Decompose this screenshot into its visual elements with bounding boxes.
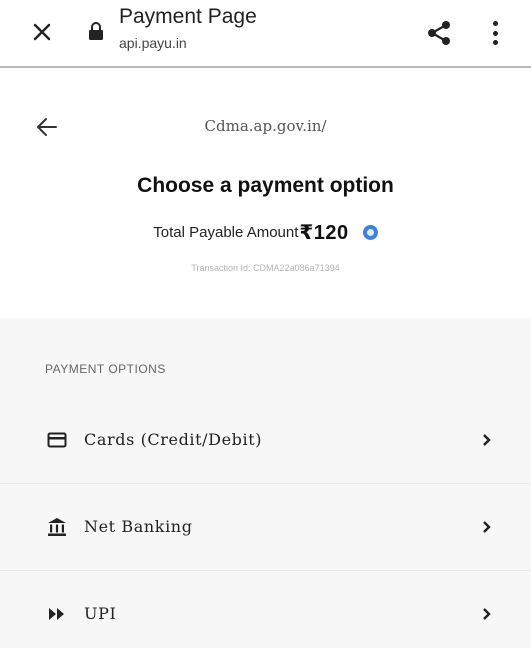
merchant-name: Cdma.ap.gov.in/: [204, 117, 327, 135]
payment-header-card: Cdma.ap.gov.in/ Choose a payment option …: [0, 70, 531, 318]
share-icon[interactable]: [424, 18, 454, 48]
transaction-id: Transaction Id: CDMA22a086a71394: [191, 263, 340, 273]
page-url[interactable]: api.payu.in: [119, 35, 187, 51]
amount-value: ₹120: [299, 222, 349, 244]
close-icon[interactable]: [26, 16, 58, 48]
amount-label: Total Payable Amount: [153, 224, 299, 241]
upi-icon: [47, 604, 67, 624]
card-icon: [47, 430, 67, 450]
payment-option-upi[interactable]: UPI: [0, 571, 531, 648]
chevron-right-icon: [481, 432, 493, 448]
payment-option-label: Cards (Credit/Debit): [84, 430, 263, 449]
payment-option-label: Net Banking: [84, 517, 193, 536]
chevron-right-icon: [481, 519, 493, 535]
lock-icon: [88, 21, 104, 41]
payment-option-netbanking[interactable]: Net Banking: [0, 484, 531, 570]
amount-row: Total Payable Amount ₹120: [0, 220, 531, 245]
page-heading: Choose a payment option: [137, 174, 394, 197]
more-vert-icon[interactable]: [488, 18, 502, 48]
info-toggle-icon[interactable]: [362, 225, 378, 240]
payment-option-label: UPI: [84, 604, 117, 623]
payment-options-heading: PAYMENT OPTIONS: [45, 362, 166, 376]
browser-toolbar: Payment Page api.payu.in: [0, 0, 531, 68]
chevron-right-icon: [481, 606, 493, 622]
payment-option-cards[interactable]: Cards (Credit/Debit): [0, 397, 531, 483]
bank-icon: [47, 517, 67, 537]
page-title: Payment Page: [119, 5, 257, 28]
